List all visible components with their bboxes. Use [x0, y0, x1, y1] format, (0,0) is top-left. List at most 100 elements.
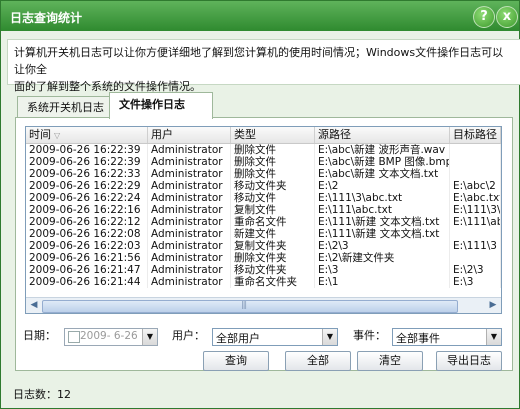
- table-row[interactable]: 2009-06-26 16:22:33 Administrator 删除文件 E:\a…: [26, 168, 501, 180]
- scroll-right-icon[interactable]: ▶: [486, 299, 500, 312]
- cell-user: Administrator: [148, 156, 231, 168]
- scroll-thumb[interactable]: |||: [42, 300, 458, 313]
- cell-target: E:\111\3: [450, 240, 501, 252]
- date-label: 日期：: [23, 329, 56, 342]
- cell-source: E:\111\新建 文本文档.txt: [315, 216, 450, 228]
- cell-user: Administrator: [148, 264, 231, 276]
- chevron-down-icon[interactable]: ▼: [142, 329, 157, 345]
- cell-target: E:\abc.txt: [450, 192, 501, 204]
- cell-time: 2009-06-26 16:21:47: [26, 264, 148, 276]
- table-row[interactable]: 2009-06-26 16:21:44 Administrator 重命名文件夹 E:…: [26, 276, 501, 288]
- tab-file-log[interactable]: 文件操作日志: [109, 92, 213, 119]
- table-row[interactable]: 2009-06-26 16:22:29 Administrator 移动文件夹 E:\…: [26, 180, 501, 192]
- cell-target: E:\2\3: [450, 264, 501, 276]
- cell-source: E:\2\3: [315, 240, 450, 252]
- chevron-down-icon[interactable]: ▼: [486, 329, 501, 345]
- cell-user: Administrator: [148, 252, 231, 264]
- cell-source: E:\2\新建文件夹: [315, 252, 450, 264]
- event-select-value: 全部事件: [396, 332, 440, 345]
- export-button[interactable]: 导出日志: [436, 351, 502, 371]
- window-title: 日志查询统计: [10, 11, 83, 25]
- column-header-type[interactable]: 类型: [231, 127, 315, 143]
- cell-user: Administrator: [148, 228, 231, 240]
- cell-source: E:\abc\新建 BMP 图像.bmp: [315, 156, 450, 168]
- file-log-panel: 时间 ▽ 用户 类型 源路径 目标路径 2009-06-26 16:22:39 Ad…: [15, 117, 513, 371]
- user-label: 用户：: [172, 329, 205, 342]
- cell-type: 删除文件: [231, 168, 315, 180]
- cell-time: 2009-06-26 16:22:29: [26, 180, 148, 192]
- column-header-user[interactable]: 用户: [148, 127, 231, 143]
- cell-target: E:\111\ab: [450, 216, 501, 228]
- cell-target: [450, 228, 501, 240]
- all-button[interactable]: 全部: [285, 351, 351, 371]
- scroll-grip-icon: |||: [241, 300, 247, 309]
- date-checkbox[interactable]: [68, 331, 80, 343]
- column-header-time-label: 时间: [29, 128, 51, 141]
- event-label: 事件：: [353, 329, 386, 342]
- cell-target: E:\111\3\: [450, 204, 501, 216]
- cell-time: 2009-06-26 16:21:56: [26, 252, 148, 264]
- user-select[interactable]: 全部用户 ▼: [212, 328, 338, 346]
- cell-target: E:\abc\2: [450, 180, 501, 192]
- table-row[interactable]: 2009-06-26 16:22:03 Administrator 复制文件夹 E:\…: [26, 240, 501, 252]
- cell-type: 删除文件: [231, 156, 315, 168]
- help-button[interactable]: ?: [473, 6, 495, 28]
- cell-time: 2009-06-26 16:22:39: [26, 144, 148, 156]
- table-row[interactable]: 2009-06-26 16:21:56 Administrator 删除文件夹 E:\…: [26, 252, 501, 264]
- query-button[interactable]: 查询: [203, 351, 269, 371]
- cell-user: Administrator: [148, 240, 231, 252]
- cell-type: 删除文件夹: [231, 252, 315, 264]
- cell-time: 2009-06-26 16:22:08: [26, 228, 148, 240]
- sort-icon: ▽: [54, 131, 61, 140]
- title-bar[interactable]: 日志查询统计 ? x: [1, 1, 519, 31]
- cell-time: 2009-06-26 16:22:16: [26, 204, 148, 216]
- cell-source: E:\abc\新建 波形声音.wav: [315, 144, 450, 156]
- cell-user: Administrator: [148, 216, 231, 228]
- cell-user: Administrator: [148, 204, 231, 216]
- cell-source: E:\111\新建 文本文档.txt: [315, 228, 450, 240]
- cell-time: 2009-06-26 16:22:33: [26, 168, 148, 180]
- cell-type: 复制文件夹: [231, 240, 315, 252]
- cell-source: E:\1: [315, 276, 450, 288]
- date-value: 2009- 6-26: [80, 330, 138, 342]
- cell-type: 移动文件夹: [231, 264, 315, 276]
- table-row[interactable]: 2009-06-26 16:22:24 Administrator 移动文件 E:\1…: [26, 192, 501, 204]
- column-header-target[interactable]: 目标路径: [450, 127, 501, 143]
- table-row[interactable]: 2009-06-26 16:22:39 Administrator 删除文件 E:\a…: [26, 144, 501, 156]
- horizontal-scrollbar[interactable]: ◀ ||| ▶: [26, 297, 501, 313]
- cell-type: 删除文件: [231, 144, 315, 156]
- event-select[interactable]: 全部事件 ▼: [392, 328, 502, 346]
- table-row[interactable]: 2009-06-26 16:22:12 Administrator 重命名文件 E:\…: [26, 216, 501, 228]
- cell-user: Administrator: [148, 144, 231, 156]
- log-table[interactable]: 时间 ▽ 用户 类型 源路径 目标路径 2009-06-26 16:22:39 Ad…: [25, 126, 502, 314]
- table-row[interactable]: 2009-06-26 16:22:16 Administrator 复制文件 E:\1…: [26, 204, 501, 216]
- cell-time: 2009-06-26 16:22:12: [26, 216, 148, 228]
- description-line-1: 计算机开关机日志可以让你方便详细地了解到您计算机的使用时间情况；Windows文…: [14, 46, 504, 76]
- table-row[interactable]: 2009-06-26 16:21:47 Administrator 移动文件夹 E:\…: [26, 264, 501, 276]
- clear-button[interactable]: 清空: [357, 351, 423, 371]
- cell-source: E:\3: [315, 264, 450, 276]
- description-box: 计算机开关机日志可以让你方便详细地了解到您计算机的使用时间情况；Windows文…: [7, 39, 520, 93]
- log-count: 日志数：12: [13, 388, 71, 401]
- table-row[interactable]: 2009-06-26 16:22:39 Administrator 删除文件 E:\a…: [26, 156, 501, 168]
- cell-user: Administrator: [148, 168, 231, 180]
- column-header-source[interactable]: 源路径: [315, 127, 450, 143]
- cell-time: 2009-06-26 16:21:44: [26, 276, 148, 288]
- cell-type: 移动文件: [231, 192, 315, 204]
- cell-type: 新建文件: [231, 228, 315, 240]
- date-picker[interactable]: 2009- 6-26 ▼: [64, 328, 158, 346]
- column-header-time[interactable]: 时间 ▽: [26, 127, 148, 143]
- cell-user: Administrator: [148, 180, 231, 192]
- table-row[interactable]: 2009-06-26 16:22:08 Administrator 新建文件 E:\1…: [26, 228, 501, 240]
- chevron-down-icon[interactable]: ▼: [322, 329, 337, 345]
- cell-type: 移动文件夹: [231, 180, 315, 192]
- close-button[interactable]: x: [496, 6, 518, 28]
- user-select-value: 全部用户: [216, 332, 260, 345]
- scroll-left-icon[interactable]: ◀: [27, 299, 41, 312]
- cell-source: E:\2: [315, 180, 450, 192]
- cell-source: E:\abc\新建 文本文档.txt: [315, 168, 450, 180]
- description-line-2: 面的了解到整个系统的文件操作情况。: [14, 80, 201, 93]
- cell-type: 复制文件: [231, 204, 315, 216]
- cell-time: 2009-06-26 16:22:39: [26, 156, 148, 168]
- cell-target: [450, 168, 501, 180]
